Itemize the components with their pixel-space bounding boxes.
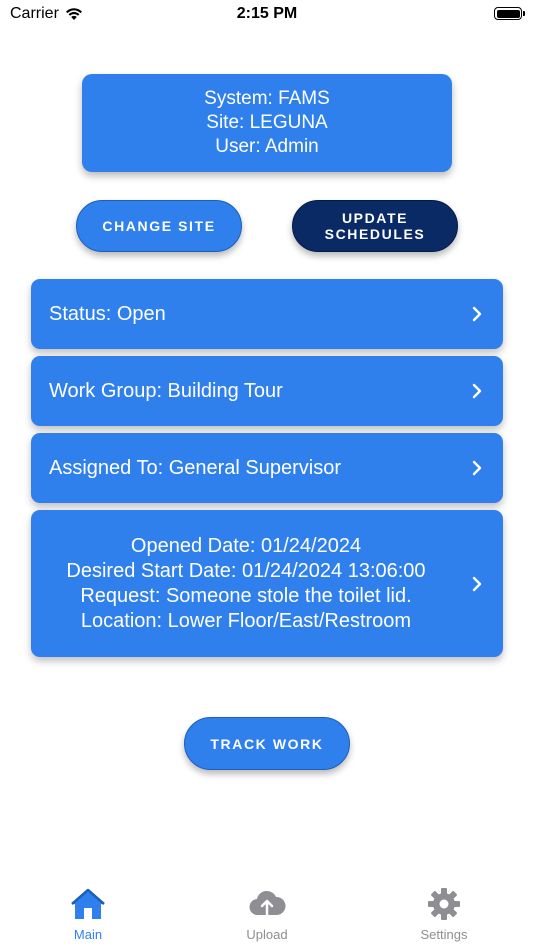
tab-settings[interactable]: Settings (394, 885, 494, 942)
user-label: User: Admin (215, 136, 319, 157)
update-schedules-button[interactable]: UPDATE SCHEDULES (292, 200, 458, 252)
site-label: Site: LEGUNA (206, 112, 328, 133)
change-site-button[interactable]: CHANGE SITE (76, 200, 242, 252)
track-work-label: TRACK WORK (210, 735, 324, 752)
work-group-label: Work Group: Building Tour (49, 379, 283, 402)
battery-icon (494, 7, 525, 20)
update-schedules-label-line1: UPDATE (341, 210, 409, 226)
gear-icon (428, 888, 460, 920)
work-order-details-row[interactable]: Opened Date: 01/24/2024 Desired Start Da… (31, 510, 503, 657)
assigned-to-label: Assigned To: General Supervisor (49, 456, 342, 479)
clock: 2:15 PM (236, 5, 298, 22)
tab-upload-label: Upload (246, 927, 288, 942)
chevron-right-icon (472, 383, 482, 399)
desired-start-date: Desired Start Date: 01/24/2024 13:06:00 (66, 559, 426, 582)
home-icon (71, 888, 105, 919)
opened-date: Opened Date: 01/24/2024 (130, 534, 362, 557)
change-site-label: CHANGE SITE (102, 218, 216, 234)
chevron-right-icon (472, 306, 482, 322)
work-group-row[interactable]: Work Group: Building Tour (31, 356, 503, 426)
location-text: Location: Lower Floor/East/Restroom (80, 609, 412, 632)
session-info-card: System: FAMS Site: LEGUNA User: Admin (82, 74, 452, 172)
tab-main-label: Main (73, 927, 103, 942)
chevron-right-icon (472, 460, 482, 476)
tab-settings-label: Settings (420, 927, 468, 942)
status-label: Status: Open (49, 302, 166, 325)
status-bar: Carrier 2:15 PM (0, 0, 534, 28)
tab-upload[interactable]: Upload (217, 885, 317, 942)
track-work-button[interactable]: TRACK WORK (184, 717, 350, 770)
tab-bar: Main Upload Settings (0, 885, 534, 950)
assigned-to-row[interactable]: Assigned To: General Supervisor (31, 433, 503, 503)
system-label: System: FAMS (204, 88, 330, 109)
cloud-upload-icon (249, 890, 286, 917)
tab-main[interactable]: Main (38, 885, 138, 942)
work-order-details: Opened Date: 01/24/2024 Desired Start Da… (31, 510, 461, 657)
status-row[interactable]: Status: Open (31, 279, 503, 349)
request-text: Request: Someone stole the toilet lid. (80, 584, 412, 607)
update-schedules-label-line2: SCHEDULES (324, 226, 426, 242)
chevron-right-icon (472, 576, 482, 591)
